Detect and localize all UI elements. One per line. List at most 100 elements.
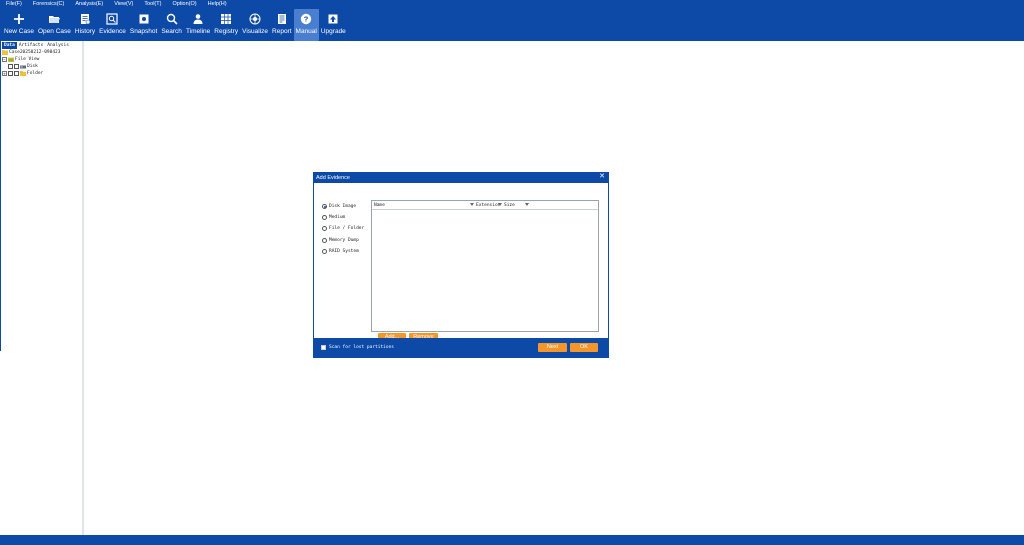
history-icon <box>80 14 91 25</box>
radio-button[interactable] <box>322 226 327 231</box>
search-icon <box>166 13 178 25</box>
ok-button[interactable]: OK <box>570 343 598 352</box>
radio-button[interactable] <box>322 204 327 209</box>
add-evidence-dialog: Add Evidence ✕ Disk Image Medium File / … <box>313 172 609 358</box>
option-raid-system[interactable]: RAID System <box>322 249 359 254</box>
search-button[interactable]: Search <box>159 9 184 41</box>
visualize-button[interactable]: Visualize <box>240 9 270 41</box>
tree-file-view-label: File View <box>15 57 40 62</box>
filter-icon[interactable] <box>470 203 474 206</box>
close-icon[interactable]: ✕ <box>599 173 605 181</box>
filter-icon[interactable] <box>498 203 502 206</box>
snapshot-button[interactable]: Snapshot <box>128 9 159 41</box>
scan-checkbox[interactable] <box>321 345 326 350</box>
tab-data[interactable]: Data <box>2 42 17 49</box>
file-view-icon <box>8 57 14 62</box>
tab-analysis[interactable]: Analysis <box>45 42 71 49</box>
option-label: File / Folder <box>329 226 365 231</box>
option-disk-image[interactable]: Disk Image <box>322 204 356 209</box>
manual-label: Manual <box>295 28 317 35</box>
option-memory-dump[interactable]: Memory Dump <box>322 238 359 243</box>
evidence-icon <box>106 13 119 25</box>
case-icon <box>2 50 8 55</box>
folder-checkbox[interactable] <box>8 71 13 76</box>
tree-file-view-node[interactable]: − File View <box>0 56 82 63</box>
history-label: History <box>74 28 96 35</box>
evidence-tree-panel: Data Artifacts Analysis Case20250212-090… <box>0 41 84 535</box>
option-label: Medium <box>329 215 346 220</box>
svg-text:?: ? <box>304 15 309 24</box>
column-name[interactable]: Name <box>374 201 385 210</box>
status-bar <box>0 535 1024 545</box>
disk-icon <box>20 65 26 69</box>
option-label: Memory Dump <box>329 238 359 243</box>
expand-toggle[interactable]: − <box>2 57 7 62</box>
disk-select-box[interactable] <box>14 64 19 69</box>
dialog-title: Add Evidence <box>316 175 350 181</box>
menu-analysis[interactable]: Analysis(E) <box>75 0 103 9</box>
upgrade-label: Upgrade <box>320 28 346 35</box>
search-label: Search <box>161 28 182 35</box>
upgrade-icon <box>328 14 338 24</box>
app-window: File(F) Forensics(C) Analysis(E) View(V)… <box>0 0 1024 545</box>
open-case-label: Open Case <box>37 28 71 35</box>
plus-icon <box>13 14 24 24</box>
menu-help[interactable]: Help(H) <box>208 0 227 9</box>
column-size[interactable]: Size <box>504 201 515 210</box>
panel-edge <box>0 41 1 351</box>
menu-option[interactable]: Option(O) <box>172 0 196 9</box>
radio-button[interactable] <box>322 215 327 220</box>
evidence-table[interactable]: Name Extension Size <box>371 200 599 332</box>
panel-tabs: Data Artifacts Analysis <box>0 42 82 49</box>
new-case-label: New Case <box>4 28 34 35</box>
new-case-button[interactable]: New Case <box>2 9 36 41</box>
manual-button[interactable]: ? Manual <box>293 9 319 41</box>
toolbar: New Case Open Case History Evidence Snap… <box>0 9 1024 41</box>
snapshot-label: Snapshot <box>129 28 158 35</box>
menu-file[interactable]: File(F) <box>6 0 22 9</box>
scan-lost-partitions-option[interactable]: Scan for lost partitions <box>321 345 394 350</box>
menu-bar: File(F) Forensics(C) Analysis(E) View(V)… <box>0 0 1024 9</box>
tab-artifacts[interactable]: Artifacts <box>17 42 45 49</box>
open-case-button[interactable]: Open Case <box>36 9 73 41</box>
visualize-label: Visualize <box>242 28 269 35</box>
expand-toggle[interactable]: + <box>2 71 7 76</box>
column-extension[interactable]: Extension <box>476 201 500 210</box>
tree-case-label: Case20250212-090423 <box>9 50 61 55</box>
tree-case-node[interactable]: Case20250212-090423 <box>0 49 82 56</box>
registry-label: Registry <box>214 28 239 35</box>
help-circle-icon: ? <box>300 13 312 25</box>
menu-tool[interactable]: Tool(T) <box>144 0 161 9</box>
tree-folder-label: Folder <box>27 71 44 76</box>
tree-folder-node[interactable]: + Folder <box>0 70 82 77</box>
filter-icon[interactable] <box>525 203 529 206</box>
dialog-footer: Scan for lost partitions Next OK <box>314 338 608 357</box>
folder-icon <box>20 71 26 76</box>
report-button[interactable]: Report <box>270 9 294 41</box>
visualize-icon <box>249 13 261 25</box>
radio-button[interactable] <box>322 249 327 254</box>
radio-button[interactable] <box>322 238 327 243</box>
option-medium[interactable]: Medium <box>322 215 345 220</box>
disk-checkbox[interactable] <box>8 64 13 69</box>
registry-icon <box>221 14 232 24</box>
menu-view[interactable]: View(V) <box>114 0 133 9</box>
tree-disk-label: Disk <box>27 64 38 69</box>
next-button[interactable]: Next <box>538 343 567 352</box>
evidence-button[interactable]: Evidence <box>97 9 128 41</box>
timeline-button[interactable]: Timeline <box>184 9 212 41</box>
scan-label: Scan for lost partitions <box>329 345 395 350</box>
timeline-icon <box>193 14 203 24</box>
timeline-label: Timeline <box>185 28 211 35</box>
menu-forensics[interactable]: Forensics(C) <box>33 0 64 9</box>
registry-button[interactable]: Registry <box>212 9 240 41</box>
report-label: Report <box>272 28 292 35</box>
option-file-folder[interactable]: File / Folder <box>322 226 364 231</box>
table-header: Name Extension Size <box>372 201 598 210</box>
upgrade-button[interactable]: Upgrade <box>319 9 348 41</box>
folder-select-box[interactable] <box>14 71 19 76</box>
tree-disk-node[interactable]: Disk <box>0 63 82 70</box>
history-button[interactable]: History <box>73 9 97 41</box>
evidence-label: Evidence <box>99 28 126 35</box>
snapshot-icon <box>139 14 149 24</box>
